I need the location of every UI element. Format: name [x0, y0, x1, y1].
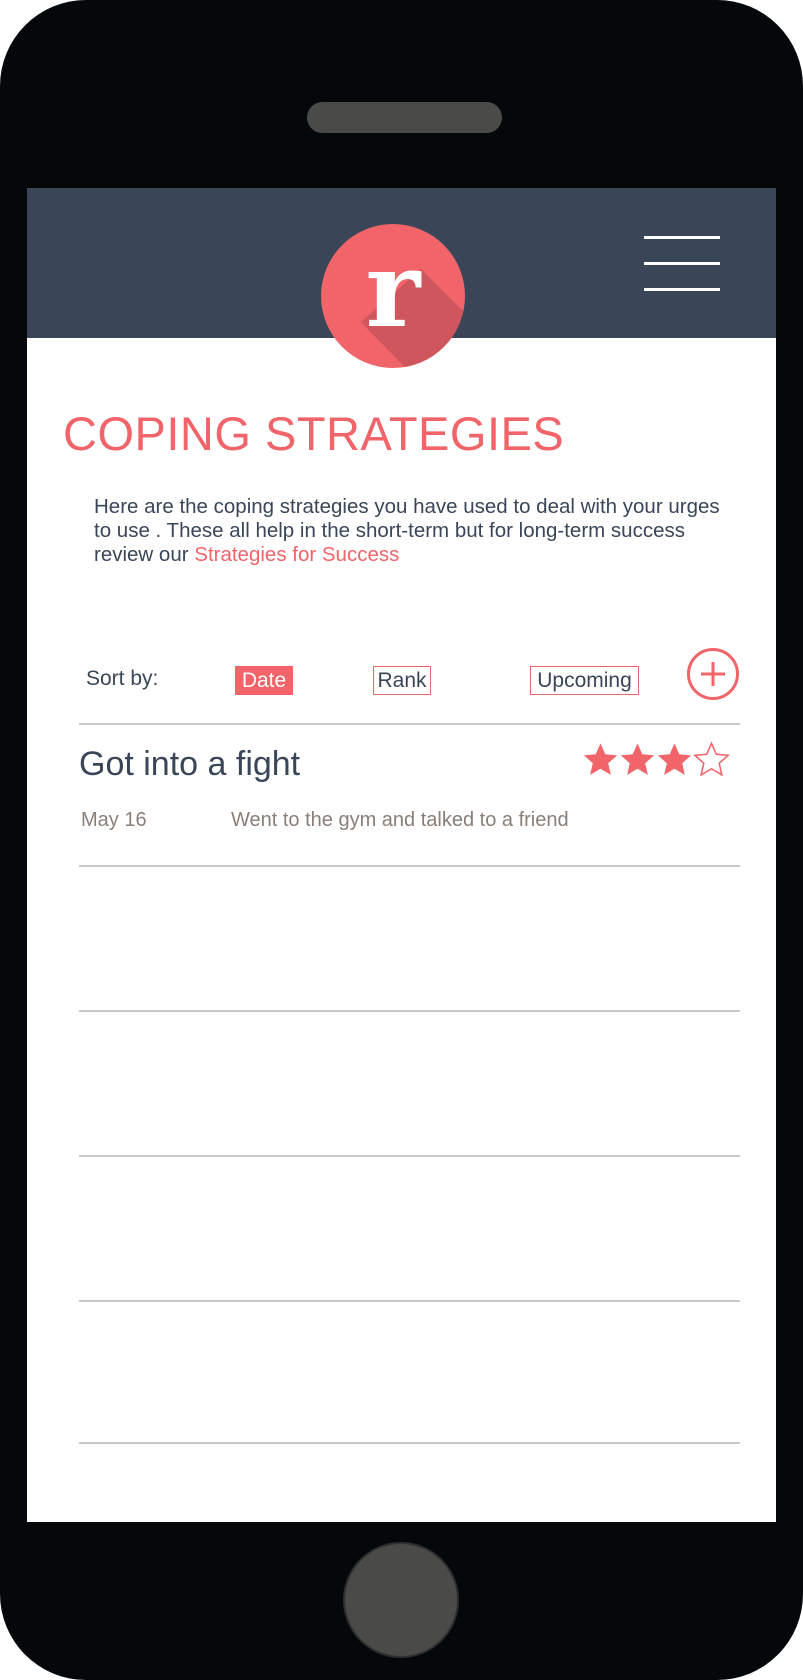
- entry-description: Went to the gym and talked to a friend: [231, 809, 569, 831]
- app-screen: r COPING STRATEGIES Here are the coping …: [27, 188, 776, 1522]
- sort-label: Sort by:: [86, 667, 159, 690]
- sort-upcoming-button[interactable]: Upcoming: [530, 666, 639, 695]
- logo-letter: r: [365, 228, 421, 351]
- list-divider: [79, 1300, 740, 1302]
- star-filled-icon[interactable]: [619, 741, 656, 778]
- menu-line: [644, 262, 720, 265]
- add-strategy-button[interactable]: [687, 648, 739, 700]
- list-divider: [79, 723, 740, 725]
- star-rating[interactable]: [582, 741, 730, 781]
- home-button[interactable]: [343, 1542, 459, 1658]
- intro-text: Here are the coping strategies you have …: [94, 495, 734, 567]
- menu-line: [644, 288, 720, 291]
- star-filled-icon[interactable]: [656, 741, 693, 778]
- hamburger-menu-icon[interactable]: [644, 236, 720, 292]
- star-empty-icon[interactable]: [693, 741, 730, 778]
- strategies-for-success-link[interactable]: Strategies for Success: [194, 543, 399, 566]
- intro-body: Here are the coping strategies you have …: [94, 495, 720, 566]
- list-divider: [79, 1010, 740, 1012]
- menu-line: [644, 236, 720, 239]
- sort-date-button[interactable]: Date: [235, 666, 293, 695]
- entry-date: May 16: [81, 809, 147, 831]
- app-logo[interactable]: r: [321, 224, 465, 368]
- plus-circle-icon: [701, 662, 725, 686]
- entry-title[interactable]: Got into a fight: [79, 743, 300, 785]
- list-divider: [79, 1155, 740, 1157]
- phone-frame: r COPING STRATEGIES Here are the coping …: [0, 0, 803, 1680]
- list-divider: [79, 1442, 740, 1444]
- sort-rank-button[interactable]: Rank: [373, 666, 431, 695]
- page-title: COPING STRATEGIES: [63, 407, 565, 460]
- phone-speaker: [307, 102, 502, 133]
- list-divider: [79, 865, 740, 867]
- star-filled-icon[interactable]: [582, 741, 619, 778]
